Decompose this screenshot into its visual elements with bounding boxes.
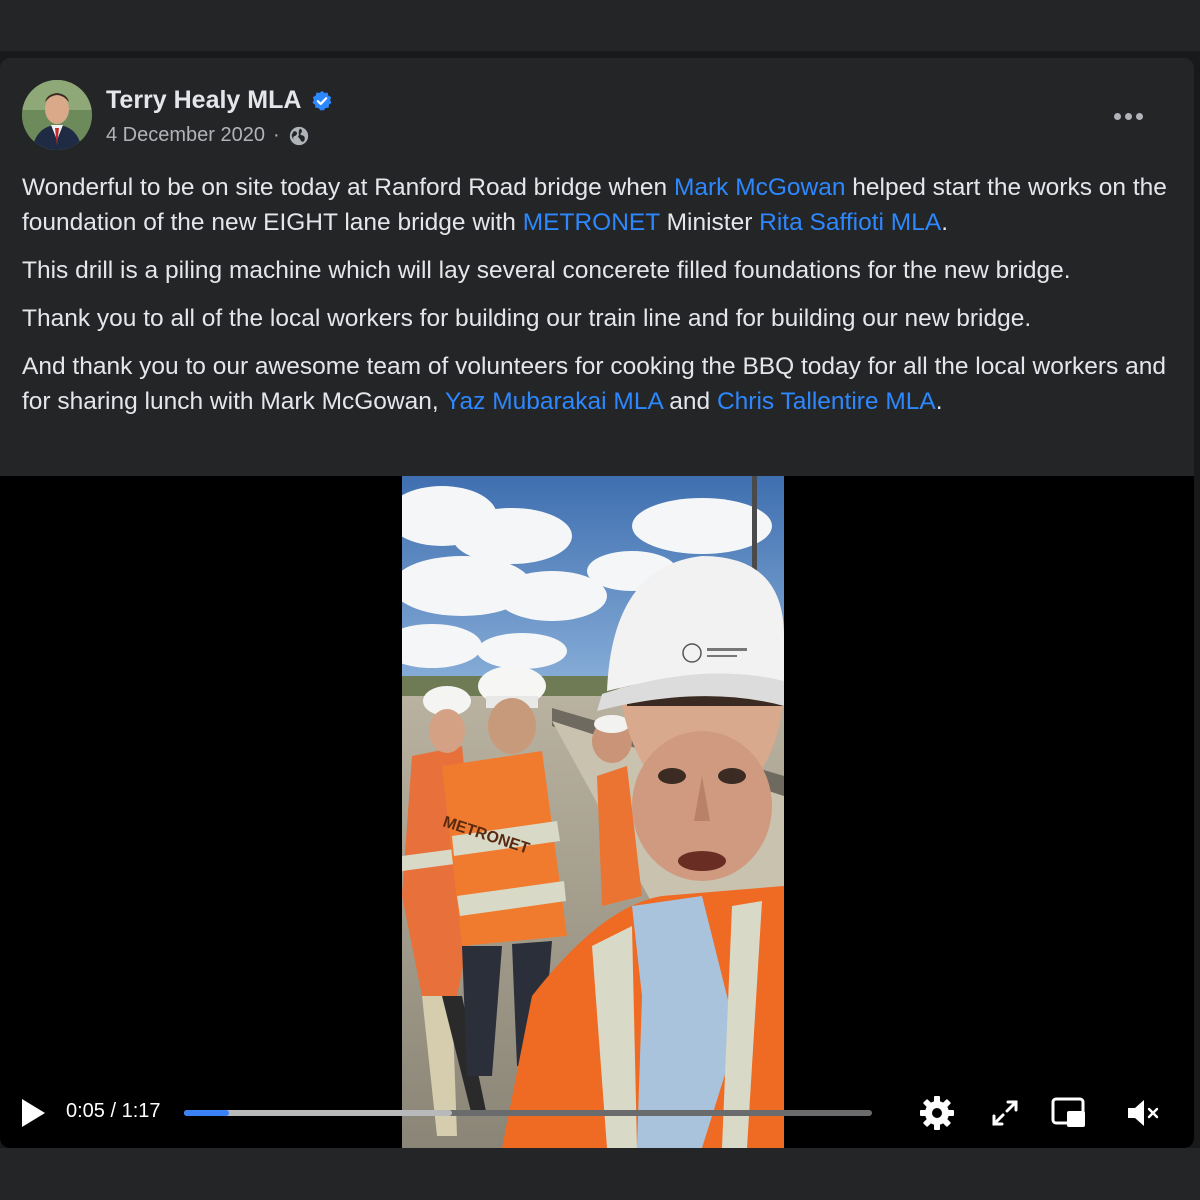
top-bar [0, 0, 1200, 52]
post-meta: 4 December 2020 · [106, 124, 310, 147]
bottom-bar [0, 1148, 1200, 1200]
expand-icon[interactable] [986, 1094, 1024, 1132]
post-text: Wonderful to be on site today at Ranford… [22, 174, 674, 201]
mention-link[interactable]: Yaz Mubarakai MLA [445, 388, 662, 415]
post-paragraph: This drill is a piling machine which wil… [22, 253, 1172, 288]
played-bar [184, 1110, 229, 1116]
volume-muted-icon[interactable] [1124, 1094, 1162, 1132]
more-options-icon-dot [1124, 112, 1132, 120]
video-frame[interactable]: METRONET [402, 476, 784, 1148]
post-header: Terry Healy MLA 4 December 2020 · [22, 80, 1172, 150]
gear-icon[interactable] [918, 1094, 956, 1132]
post-text: . [935, 388, 943, 415]
post-text: This drill is a piling machine which wil… [22, 257, 1071, 284]
video-still: METRONET [402, 476, 784, 1148]
meta-separator: · [272, 124, 280, 146]
author-name[interactable]: Terry Healy MLA [106, 86, 333, 115]
post-date[interactable]: 4 December 2020 [106, 124, 265, 147]
post-text: . [941, 209, 948, 236]
more-options-button[interactable] [1106, 98, 1150, 134]
post-text: Thank you to all of the local workers fo… [22, 305, 1032, 332]
mention-link[interactable]: Chris Tallentire MLA [717, 388, 936, 415]
post-paragraph: And thank you to our awesome team of vol… [22, 349, 1172, 419]
verified-badge-icon [312, 90, 332, 111]
globe-icon[interactable] [288, 125, 310, 147]
post-paragraph: Thank you to all of the local workers fo… [22, 301, 1172, 336]
post-paragraph: Wonderful to be on site today at Ranford… [22, 170, 1172, 240]
post-text: Minister [659, 209, 760, 236]
play-icon[interactable] [18, 1096, 48, 1130]
video-controls: 0:05 / 1:17 [0, 1088, 1194, 1138]
progress-bar[interactable] [184, 1110, 872, 1116]
more-options-icon-dot [1135, 112, 1143, 120]
post-text: and [662, 388, 717, 415]
picture-in-picture-icon[interactable] [1050, 1094, 1088, 1132]
post-card: Terry Healy MLA 4 December 2020 · Wonder… [0, 58, 1194, 1148]
author-name-text[interactable]: Terry Healy MLA [106, 86, 301, 115]
video-player[interactable]: METRONET 0:05 / 1:17 [0, 476, 1194, 1148]
post-body: Wonderful to be on site today at Ranford… [22, 170, 1172, 432]
more-options-icon [1113, 112, 1121, 120]
mention-link[interactable]: METRONET [523, 209, 660, 236]
avatar[interactable] [22, 80, 92, 150]
mention-link[interactable]: Mark McGowan [674, 174, 846, 201]
mention-link[interactable]: Rita Saffioti MLA [759, 209, 941, 236]
time-display: 0:05 / 1:17 [66, 1100, 161, 1122]
